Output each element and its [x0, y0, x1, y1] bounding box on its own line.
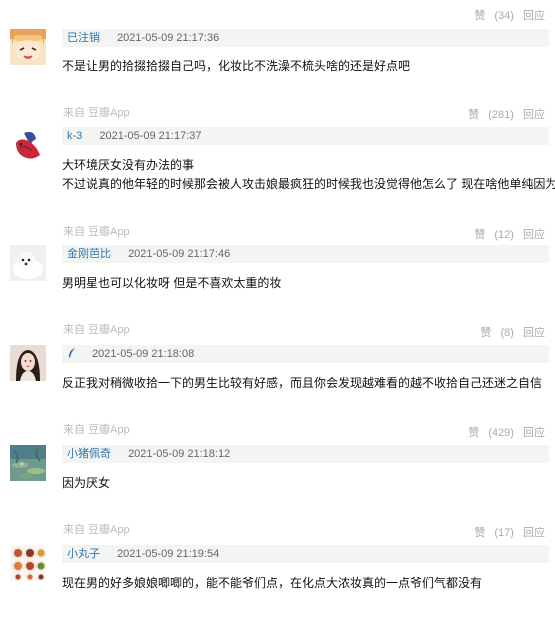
comment-time: 2021-05-09 21:17:46	[128, 248, 231, 260]
content-line: 反正我对稍微收拾一下的男生比较有好感，而且你会发现越难看的越不收拾自己还迷之自信	[62, 376, 543, 390]
comment-actions: 赞 (8) 回应	[468, 324, 545, 340]
comment-source: 来自 豆瓣App	[63, 524, 130, 536]
comment-content: 男明星也可以化妆呀 但是不喜欢太重的妆	[62, 274, 549, 293]
comment-actions: 赞 (17) 回应	[462, 524, 545, 540]
like-count: (429)	[488, 427, 514, 439]
like-label: 赞	[474, 229, 486, 241]
reply-button[interactable]: 回应	[523, 527, 545, 539]
food-dishes-avatar-icon[interactable]	[10, 545, 46, 581]
comment-content: 现在男的好多娘娘唧唧的，能不能爷们点，在化点大浓妆真的一点爷们气都没有	[62, 574, 549, 593]
comment-meta: 2021-05-09 21:18:08	[62, 345, 549, 363]
content-line: 因为厌女	[62, 476, 111, 490]
water-lilies-avatar-icon[interactable]	[10, 445, 46, 481]
like-count: (8)	[500, 327, 514, 339]
comment-actions: 赞 (281) 回应	[456, 106, 545, 122]
content-line: 不过说真的他年轻的时候那会被人攻击娘最疯狂的时候我也没觉得他怎么了 现在啥他单纯…	[62, 177, 555, 191]
comment-item: 2021-05-09 21:18:08 反正我对稍微收拾一下的男生比较有好感，而…	[0, 345, 555, 445]
like-button[interactable]: 赞 (8)	[474, 327, 514, 339]
comment-source: 来自 豆瓣App	[63, 107, 130, 119]
comment-time: 2021-05-09 21:18:12	[128, 448, 231, 460]
like-button[interactable]: 赞 (17)	[468, 527, 514, 539]
betta-fish-avatar-icon[interactable]	[10, 127, 46, 163]
comment-meta: k-3 2021-05-09 21:17:37	[62, 127, 549, 145]
comment-meta: 小猪佩奇 2021-05-09 21:18:12	[62, 445, 549, 463]
comment-actions: 赞 (12) 回应	[462, 226, 545, 242]
comment-source: 来自 豆瓣App	[63, 424, 130, 436]
cartoon-girl-avatar-icon[interactable]	[10, 29, 46, 65]
feather-icon	[69, 348, 75, 358]
comment-content: 因为厌女	[62, 474, 549, 493]
comment-time: 2021-05-09 21:17:37	[99, 130, 202, 142]
like-button[interactable]: 赞 (34)	[468, 10, 514, 22]
comment-meta: 金刚芭比 2021-05-09 21:17:46	[62, 245, 549, 263]
comment-item: 已注销 2021-05-09 21:17:36 不是让男的拾掇拾掇自己吗，化妆比…	[0, 29, 555, 129]
username-link[interactable]: k-3	[67, 130, 82, 142]
comment-item: 金刚芭比 2021-05-09 21:17:46 男明星也可以化妆呀 但是不喜欢…	[0, 245, 555, 345]
comment-actions: 赞 (34) 回应	[462, 7, 545, 23]
like-label: 赞	[480, 327, 492, 339]
like-label: 赞	[468, 427, 480, 439]
reply-button[interactable]: 回应	[523, 229, 545, 241]
content-line: 大环境厌女没有办法的事	[62, 158, 195, 172]
reply-button[interactable]: 回应	[523, 327, 545, 339]
comment-item: k-3 2021-05-09 21:17:37 大环境厌女没有办法的事 不过说真…	[0, 127, 555, 245]
comment-actions: 赞 (429) 回应	[456, 424, 545, 440]
reply-button[interactable]: 回应	[523, 109, 545, 121]
like-count: (17)	[494, 527, 514, 539]
woman-portrait-avatar-icon[interactable]	[10, 345, 46, 381]
like-count: (34)	[494, 10, 514, 22]
comment-content: 不是让男的拾掇拾掇自己吗，化妆比不洗澡不梳头啥的还是好点吧	[62, 57, 549, 76]
like-label: 赞	[468, 109, 480, 121]
username-link[interactable]	[67, 348, 80, 360]
like-button[interactable]: 赞 (281)	[462, 109, 514, 121]
comment-meta: 小丸子 2021-05-09 21:19:54	[62, 545, 549, 563]
reply-button[interactable]: 回应	[523, 10, 545, 22]
content-line: 不是让男的拾掇拾掇自己吗，化妆比不洗澡不梳头啥的还是好点吧	[62, 59, 411, 73]
like-count: (281)	[488, 109, 514, 121]
comment-content: 大环境厌女没有办法的事 不过说真的他年轻的时候那会被人攻击娘最疯狂的时候我也没觉…	[62, 156, 555, 194]
username-link[interactable]: 金刚芭比	[67, 248, 111, 260]
comment-item: 小丸子 2021-05-09 21:19:54 现在男的好多娘娘唧唧的，能不能爷…	[0, 545, 555, 622]
username-link[interactable]: 小丸子	[67, 548, 100, 560]
like-label: 赞	[474, 527, 486, 539]
top-action-bar: 赞 (34) 回应	[0, 0, 555, 26]
like-button[interactable]: 赞 (429)	[462, 427, 514, 439]
username-link[interactable]: 小猪佩奇	[67, 448, 111, 460]
content-line: 现在男的好多娘娘唧唧的，能不能爷们点，在化点大浓妆真的一点爷们气都没有	[62, 576, 483, 590]
username-link[interactable]: 已注销	[67, 32, 100, 44]
comment-time: 2021-05-09 21:19:54	[117, 548, 220, 560]
comment-meta: 已注销 2021-05-09 21:17:36	[62, 29, 549, 47]
comment-time: 2021-05-09 21:17:36	[117, 32, 220, 44]
content-line: 男明星也可以化妆呀 但是不喜欢太重的妆	[62, 276, 282, 290]
reply-button[interactable]: 回应	[523, 427, 545, 439]
comment-source: 来自 豆瓣App	[63, 324, 130, 336]
white-dog-avatar-icon[interactable]	[10, 245, 46, 281]
comment-item: 小猪佩奇 2021-05-09 21:18:12 因为厌女 来自 豆瓣App 赞…	[0, 445, 555, 545]
comment-source: 来自 豆瓣App	[63, 226, 130, 238]
like-label: 赞	[474, 10, 486, 22]
like-button[interactable]: 赞 (12)	[468, 229, 514, 241]
comment-content: 反正我对稍微收拾一下的男生比较有好感，而且你会发现越难看的越不收拾自己还迷之自信	[62, 374, 549, 393]
comment-time: 2021-05-09 21:18:08	[92, 348, 195, 360]
like-count: (12)	[494, 229, 514, 241]
